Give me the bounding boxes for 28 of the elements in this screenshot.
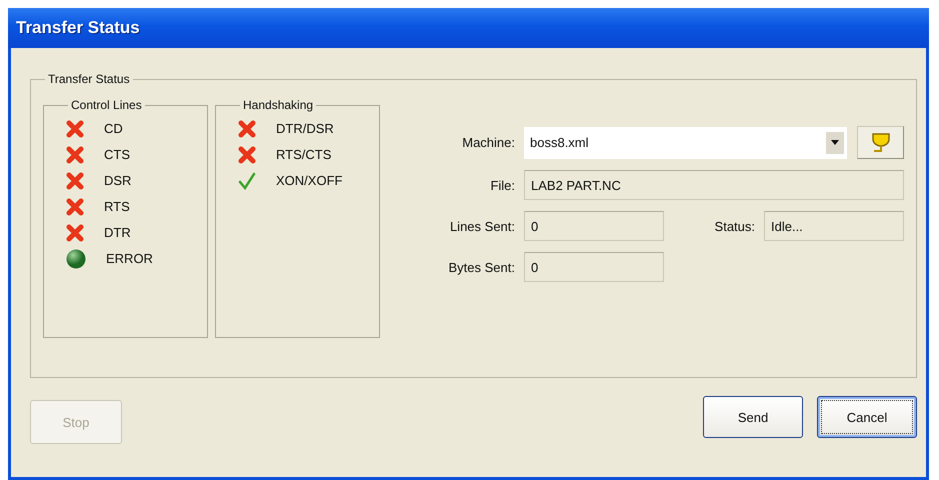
bytes-sent-field: 0 bbox=[524, 252, 664, 282]
field-label: Status: bbox=[714, 218, 755, 234]
signal-label: XON/XOFF bbox=[276, 173, 342, 188]
connector-button[interactable] bbox=[857, 126, 904, 159]
field-label: File: bbox=[490, 178, 515, 192]
group-title: Handshaking bbox=[242, 98, 314, 112]
signal-label: CD bbox=[104, 121, 123, 136]
signal-label: RTS/CTS bbox=[276, 147, 332, 162]
signal-label: DTR/DSR bbox=[276, 121, 334, 136]
signal-label: DTR bbox=[104, 225, 131, 240]
field-label: Lines Sent: bbox=[450, 218, 515, 234]
lines-sent-field: 0 bbox=[524, 211, 664, 241]
signal-label: DSR bbox=[104, 173, 132, 188]
machine-dropdown[interactable]: boss8.xml bbox=[524, 126, 847, 158]
field-label: Machine: bbox=[462, 135, 515, 150]
signal-label: RTS bbox=[104, 199, 130, 214]
plug-icon bbox=[870, 130, 892, 154]
signal-label: CTS bbox=[104, 147, 130, 162]
file-field: LAB2 PART.NC bbox=[524, 170, 904, 200]
caret-icon bbox=[826, 132, 844, 154]
window-title: Transfer Status bbox=[16, 18, 140, 38]
dialog-button[interactable]: Cancel bbox=[817, 396, 917, 438]
dialog-button[interactable]: Send bbox=[703, 396, 803, 438]
signal-label: ERROR bbox=[106, 251, 153, 266]
status-field: Idle... bbox=[764, 211, 904, 241]
group-title: Transfer Status bbox=[47, 72, 131, 86]
group-title: Control Lines bbox=[70, 98, 143, 112]
field-label: Bytes Sent: bbox=[448, 260, 515, 274]
